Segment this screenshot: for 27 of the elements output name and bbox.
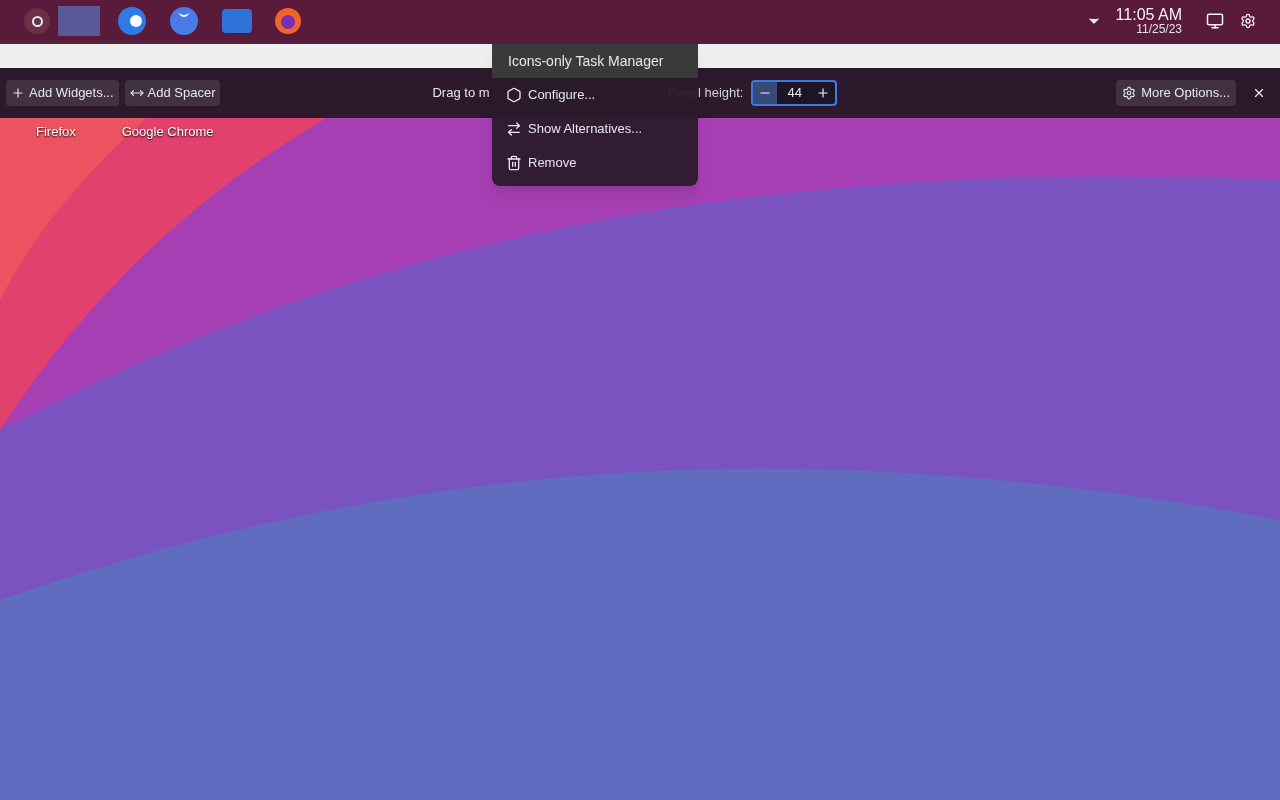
desktop-icon-label[interactable]: Firefox xyxy=(36,122,76,142)
trash-icon xyxy=(506,155,522,171)
panel-height-spinbox[interactable]: 44 xyxy=(751,80,838,106)
decrease-button[interactable] xyxy=(753,82,778,104)
swap-icon xyxy=(506,121,522,137)
close-icon xyxy=(1252,86,1266,100)
add-widgets-button[interactable]: Add Widgets... xyxy=(6,80,119,106)
menu-item[interactable]: Show Alternatives... xyxy=(492,112,657,146)
browser-icon[interactable] xyxy=(274,7,302,35)
display-icon[interactable] xyxy=(1206,12,1224,30)
desktop-icon-label[interactable]: Google Chrome xyxy=(121,122,214,142)
menu-title: Icons-only Task Manager xyxy=(492,44,698,78)
drag-hint: Drag to m xyxy=(432,84,490,103)
plus-icon xyxy=(816,86,831,100)
launcher-icon[interactable] xyxy=(24,8,50,34)
configure-icon xyxy=(506,87,522,103)
toggle-app-icon[interactable] xyxy=(118,7,146,35)
clock-time: 11:05 AM xyxy=(1115,7,1182,23)
menu-item[interactable]: Configure... xyxy=(492,78,610,112)
more-options-button[interactable]: More Options... xyxy=(1116,80,1236,106)
clock-date: 11/25/23 xyxy=(1136,23,1182,35)
menu-item[interactable]: Remove xyxy=(492,146,591,180)
plus-icon xyxy=(11,86,25,100)
settings-icon[interactable] xyxy=(1240,13,1256,29)
add-spacer-button[interactable]: Add Spacer xyxy=(124,80,221,106)
settings-icon xyxy=(1122,86,1137,100)
panel-height-value: 44 xyxy=(787,84,803,103)
